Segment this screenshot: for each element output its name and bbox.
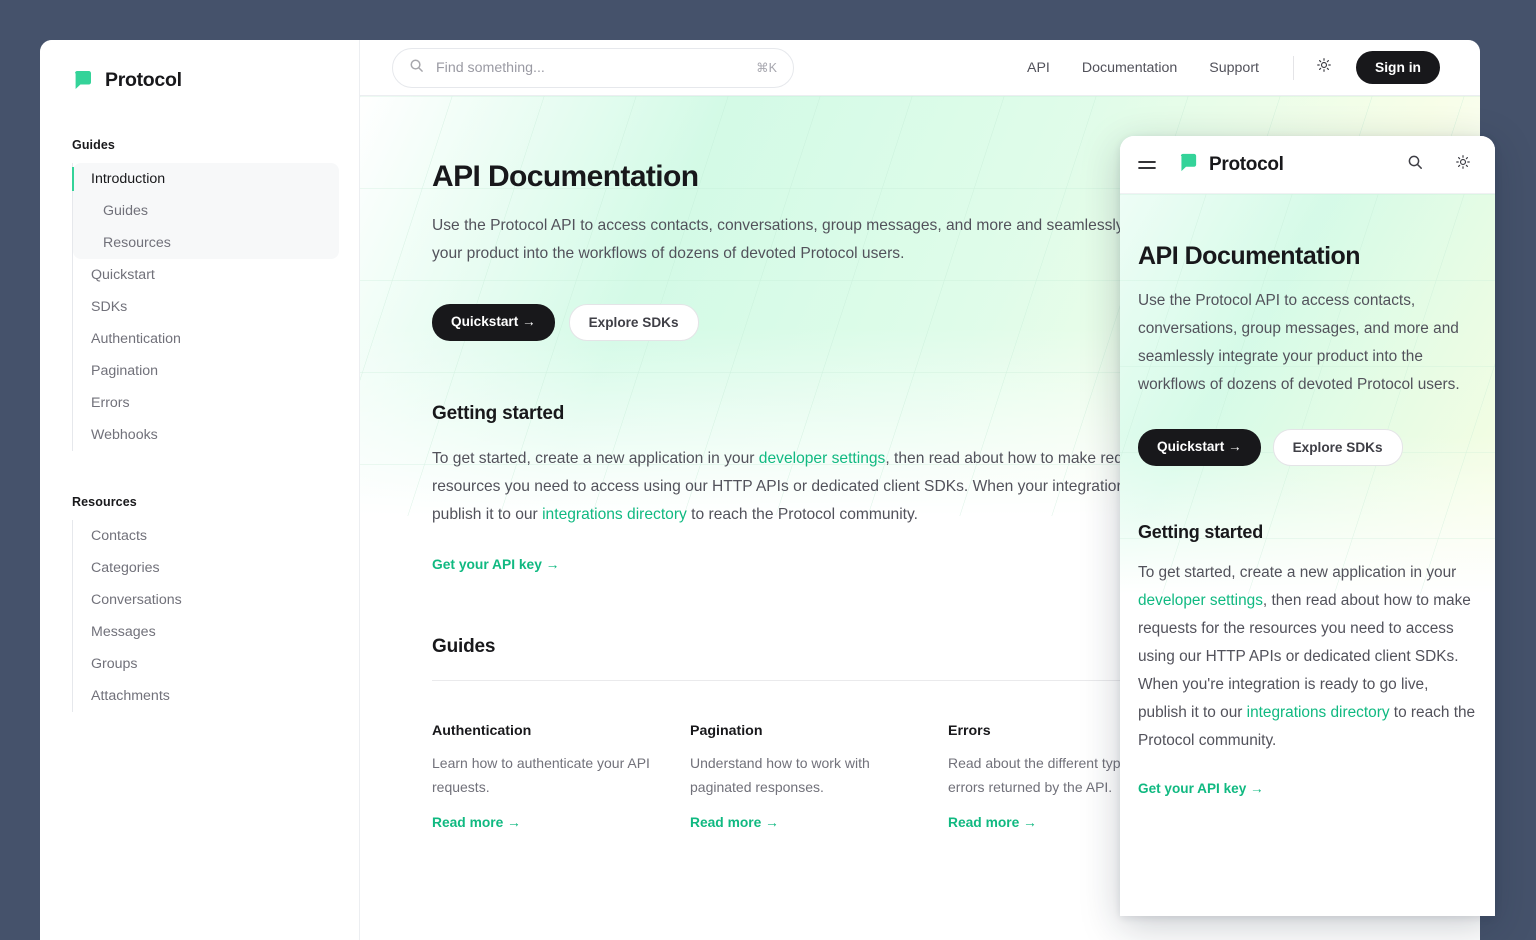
mobile-explore-sdks-button[interactable]: Explore SDKs bbox=[1273, 429, 1403, 466]
sidebar-item-webhooks[interactable]: Webhooks bbox=[73, 419, 327, 451]
sidebar-item-groups[interactable]: Groups bbox=[73, 648, 327, 680]
sidebar-item-introduction[interactable]: Introduction bbox=[73, 163, 327, 195]
sidebar-item-guides[interactable]: Guides bbox=[73, 195, 327, 227]
page-lead-paragraph: Use the Protocol API to access contacts,… bbox=[432, 212, 1222, 268]
guide-card-description: Understand how to work with paginated re… bbox=[690, 751, 916, 799]
sidebar-heading-resources: Resources bbox=[72, 495, 327, 509]
topnav-divider bbox=[1293, 56, 1294, 80]
sign-in-button[interactable]: Sign in bbox=[1356, 51, 1440, 84]
sidebar-item-sdks[interactable]: SDKs bbox=[73, 291, 327, 323]
sidebar-heading-guides: Guides bbox=[72, 138, 327, 152]
sidebar-item-pagination[interactable]: Pagination bbox=[73, 355, 327, 387]
topnav-link-support[interactable]: Support bbox=[1193, 60, 1275, 76]
speech-bubble-logo-icon bbox=[1178, 152, 1199, 178]
guide-card[interactable]: Pagination Understand how to work with p… bbox=[690, 723, 916, 832]
mobile-get-api-key-link[interactable]: Get your API key → bbox=[1138, 781, 1264, 796]
mobile-content-inner: API Documentation Use the Protocol API t… bbox=[1120, 194, 1495, 798]
topnav-link-api[interactable]: API bbox=[1011, 60, 1066, 76]
developer-settings-link[interactable]: developer settings bbox=[759, 450, 886, 467]
sidebar-section-resources: Resources Contacts Categories Conversati… bbox=[72, 495, 327, 712]
sun-icon bbox=[1455, 154, 1471, 175]
mobile-action-icons bbox=[1401, 151, 1477, 179]
sidebar-nav-resources: Contacts Categories Conversations Messag… bbox=[72, 520, 327, 712]
guide-card-title: Authentication bbox=[432, 723, 658, 739]
mobile-preview-window: Protocol bbox=[1120, 136, 1495, 916]
quickstart-button[interactable]: Quickstart → bbox=[432, 304, 555, 341]
get-api-key-link[interactable]: Get your API key → bbox=[432, 557, 560, 572]
sidebar-item-conversations[interactable]: Conversations bbox=[73, 584, 327, 616]
mobile-theme-toggle-button[interactable] bbox=[1449, 151, 1477, 179]
mobile-hero-button-row: Quickstart → Explore SDKs bbox=[1138, 429, 1477, 466]
mobile-developer-settings-link[interactable]: developer settings bbox=[1138, 592, 1263, 609]
hamburger-icon[interactable] bbox=[1138, 158, 1156, 172]
theme-toggle-button[interactable] bbox=[1310, 54, 1338, 82]
guide-card-read-more-link[interactable]: Read more → bbox=[948, 815, 1037, 830]
mobile-top-bar: Protocol bbox=[1120, 136, 1495, 194]
sidebar-item-authentication[interactable]: Authentication bbox=[73, 323, 327, 355]
search-input[interactable]: Find something... ⌘K bbox=[392, 48, 794, 88]
guide-card[interactable]: Authentication Learn how to authenticate… bbox=[432, 723, 658, 832]
speech-bubble-logo-icon bbox=[72, 69, 94, 91]
guide-card-read-more-link[interactable]: Read more → bbox=[432, 815, 521, 830]
brand-name: Protocol bbox=[105, 69, 182, 92]
mobile-page-lead-paragraph: Use the Protocol API to access contacts,… bbox=[1138, 287, 1477, 399]
search-placeholder: Find something... bbox=[436, 60, 756, 76]
brand-logo[interactable]: Protocol bbox=[72, 52, 327, 108]
sun-icon bbox=[1316, 57, 1332, 78]
mobile-integrations-directory-link[interactable]: integrations directory bbox=[1247, 704, 1390, 721]
integrations-directory-link[interactable]: integrations directory bbox=[542, 506, 687, 523]
sidebar-nav-guides: Introduction Guides Resources Quickstart… bbox=[72, 163, 327, 451]
mobile-getting-started-title: Getting started bbox=[1138, 522, 1477, 543]
explore-sdks-button[interactable]: Explore SDKs bbox=[569, 304, 699, 341]
top-bar: Find something... ⌘K API Documentation S… bbox=[360, 40, 1480, 96]
sidebar-item-messages[interactable]: Messages bbox=[73, 616, 327, 648]
sidebar-item-errors[interactable]: Errors bbox=[73, 387, 327, 419]
guide-card-description: Learn how to authenticate your API reque… bbox=[432, 751, 658, 799]
sidebar-item-resources[interactable]: Resources bbox=[73, 227, 327, 259]
mobile-gs-text-1: To get started, create a new application… bbox=[1138, 564, 1456, 581]
guide-card-title: Pagination bbox=[690, 723, 916, 739]
mobile-getting-started-paragraph: To get started, create a new application… bbox=[1138, 559, 1477, 755]
sidebar-item-contacts[interactable]: Contacts bbox=[73, 520, 327, 552]
mobile-page-title: API Documentation bbox=[1138, 242, 1477, 271]
mobile-getting-started-section: Getting started To get started, create a… bbox=[1138, 522, 1477, 798]
mobile-brand-name: Protocol bbox=[1209, 154, 1284, 176]
sidebar: Protocol Guides Introduction Guides Reso… bbox=[40, 40, 360, 940]
topnav-link-documentation[interactable]: Documentation bbox=[1066, 60, 1193, 76]
search-icon bbox=[409, 58, 424, 78]
top-navigation: API Documentation Support Sign in bbox=[1011, 51, 1440, 84]
guide-card-read-more-link[interactable]: Read more → bbox=[690, 815, 779, 830]
sidebar-section-guides: Guides Introduction Guides Resources Qui… bbox=[72, 138, 327, 451]
mobile-brand-logo[interactable]: Protocol bbox=[1178, 152, 1284, 178]
gs-text-1: To get started, create a new application… bbox=[432, 450, 759, 467]
sidebar-item-quickstart[interactable]: Quickstart bbox=[73, 259, 327, 291]
mobile-gs-text-2: , then read about how to make requests f… bbox=[1138, 592, 1471, 721]
mobile-search-button[interactable] bbox=[1401, 151, 1429, 179]
search-icon bbox=[1407, 154, 1423, 175]
mobile-content: API Documentation Use the Protocol API t… bbox=[1120, 194, 1495, 916]
sidebar-item-categories[interactable]: Categories bbox=[73, 552, 327, 584]
sidebar-item-attachments[interactable]: Attachments bbox=[73, 680, 327, 712]
mobile-quickstart-button[interactable]: Quickstart → bbox=[1138, 429, 1261, 466]
gs-text-3: to reach the Protocol community. bbox=[687, 506, 918, 523]
search-shortcut-badge: ⌘K bbox=[756, 60, 777, 75]
